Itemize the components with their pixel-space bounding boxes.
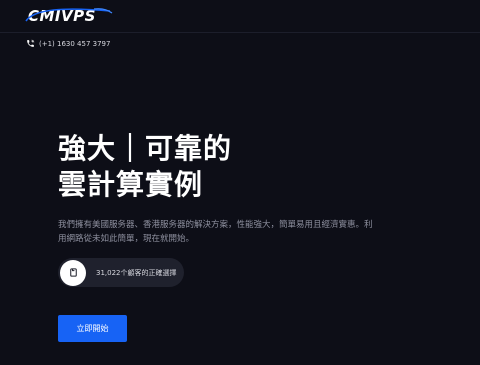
logo-swoosh-icon	[25, 8, 113, 22]
hero-description: 我們擁有美國服务器、香港服务器的解決方案，性能強大，簡單易用且經濟實惠。利 用網…	[58, 218, 428, 246]
hero-description-line2: 用網路從未如此簡單，現在就開始。	[58, 234, 195, 244]
phone-number[interactable]: (+1) 1630 457 3797	[39, 40, 110, 48]
stats-pill: 31,022个顧客的正確選擇	[58, 258, 184, 287]
phone-icon	[27, 39, 35, 47]
page: CMIVPS (+1) 1630 457 3797 強大｜可靠的 雲計算實例 我…	[0, 0, 480, 365]
contact-row: (+1) 1630 457 3797	[26, 39, 110, 48]
stats-icon-circle	[60, 259, 86, 286]
stats-text: 31,022个顧客的正確選擇	[96, 268, 177, 277]
hero-title: 強大｜可靠的 雲計算實例	[58, 131, 232, 203]
copy-icon	[69, 268, 77, 277]
hero-title-line1: 強大｜可靠的	[58, 132, 233, 165]
hero-description-line1: 我們擁有美國服务器、香港服务器的解決方案，性能強大，簡單易用且經濟實惠。利	[58, 220, 373, 230]
start-now-button[interactable]: 立即開始	[58, 315, 127, 342]
logo[interactable]: CMIVPS	[25, 7, 113, 25]
hero-title-line2: 雲計算實例	[58, 168, 204, 201]
header-bar: CMIVPS	[0, 0, 480, 33]
